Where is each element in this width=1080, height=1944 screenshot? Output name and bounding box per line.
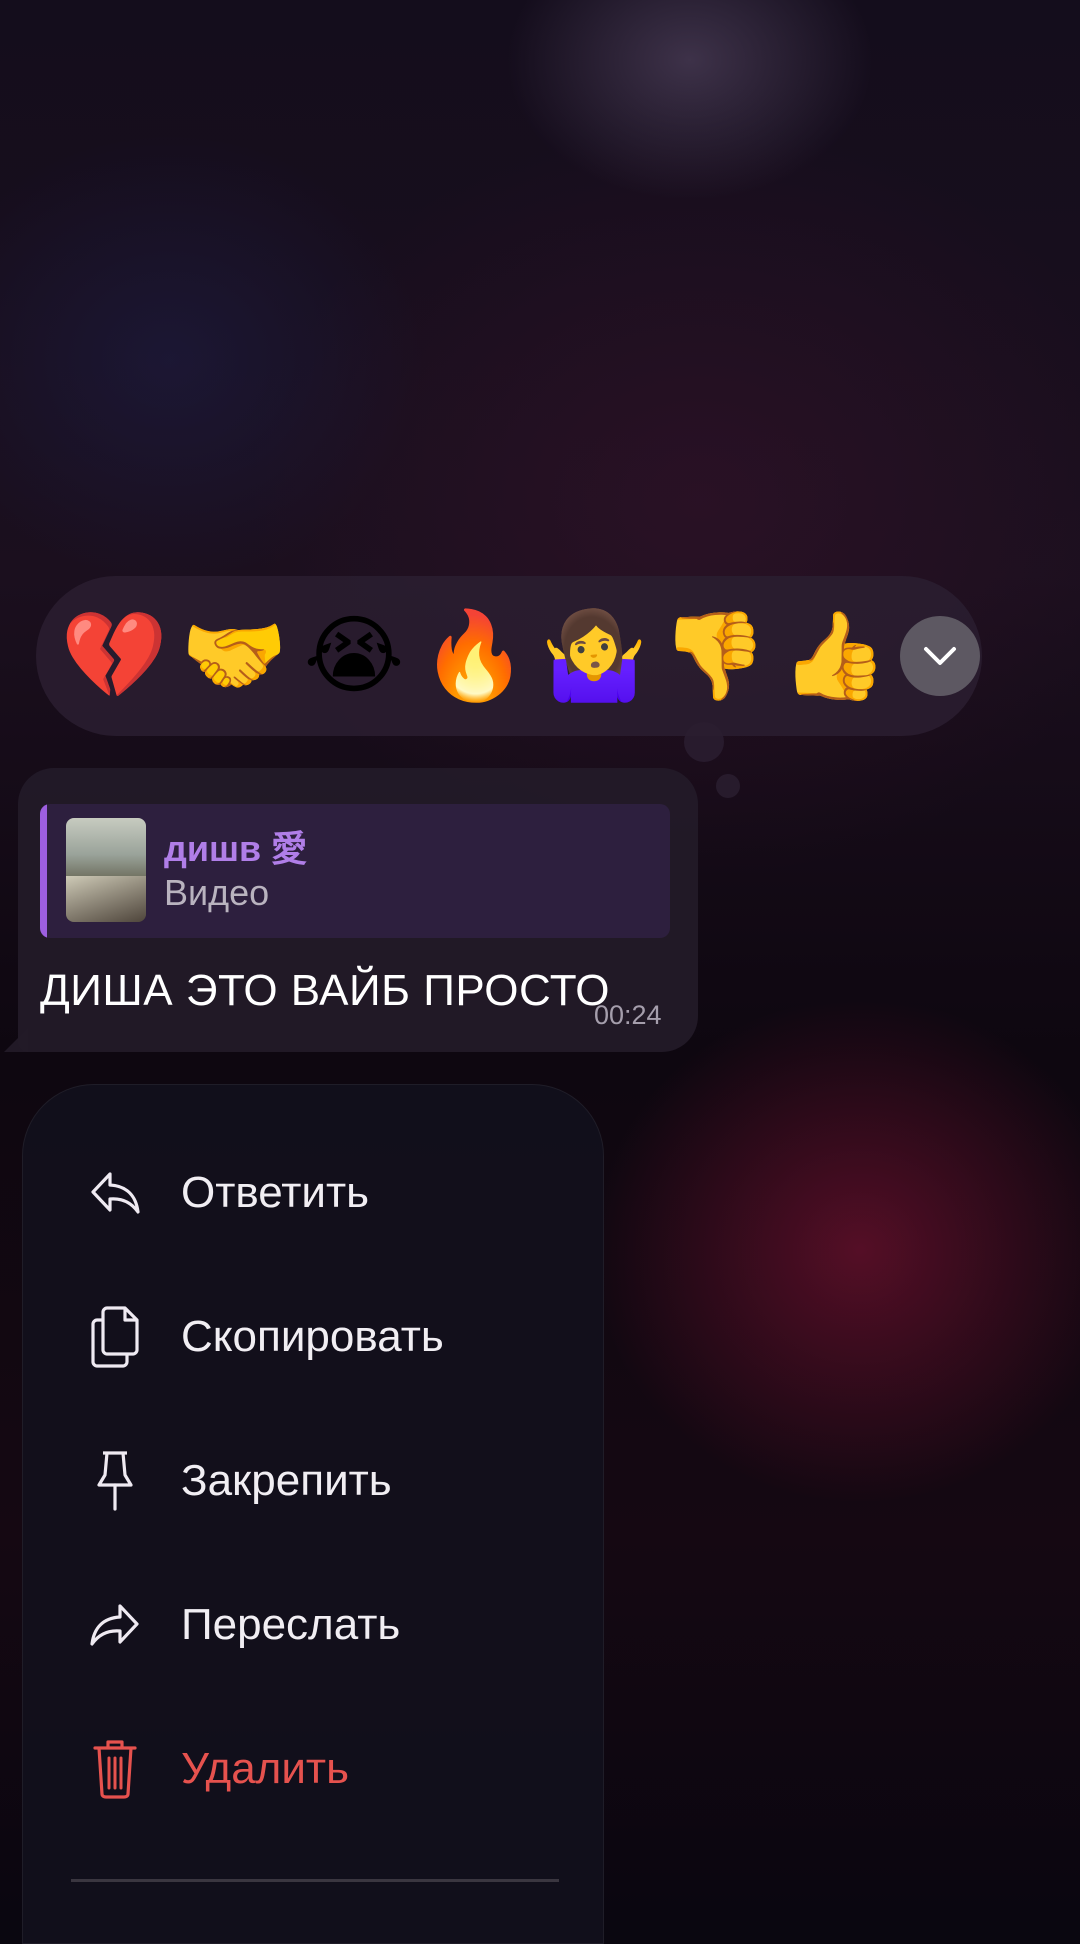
context-menu: Ответить Скопировать Закрепить Переслать: [22, 1084, 604, 1944]
expand-reactions-button[interactable]: [900, 616, 980, 696]
menu-item-forward[interactable]: Переслать: [23, 1565, 603, 1685]
reaction-loudly-crying-face[interactable]: 😭: [294, 596, 414, 716]
menu-item-label: Закрепить: [181, 1456, 392, 1505]
reaction-handshake[interactable]: 🤝: [174, 596, 294, 716]
reaction-thumbs-up[interactable]: 👍: [774, 596, 894, 716]
reply-author-name: дишв 愛: [164, 828, 308, 869]
reaction-bar-tail-dot: [716, 774, 740, 798]
forward-icon: [87, 1597, 143, 1653]
menu-item-copy[interactable]: Скопировать: [23, 1277, 603, 1397]
menu-item-label: Удалить: [181, 1744, 349, 1793]
message-text: ДИША ЭТО ВАЙБ ПРОСТО: [40, 966, 610, 1015]
menu-item-reply[interactable]: Ответить: [23, 1133, 603, 1253]
reaction-thumbs-down[interactable]: 👎: [654, 596, 774, 716]
reply-accent-bar: [40, 804, 47, 938]
message-time: 00:24: [594, 1000, 662, 1030]
menu-item-label: Скопировать: [181, 1312, 444, 1361]
chevron-down-icon: [924, 647, 956, 665]
reaction-fire[interactable]: 🔥: [414, 596, 534, 716]
reaction-bar-tail: [684, 722, 724, 762]
menu-item-label: Переслать: [181, 1600, 401, 1649]
reply-icon: [87, 1165, 143, 1221]
pin-icon: [87, 1451, 143, 1511]
menu-item-delete[interactable]: Удалить: [23, 1709, 603, 1829]
reply-video-thumbnail: [66, 818, 146, 922]
copy-icon: [87, 1306, 143, 1368]
trash-icon: [87, 1740, 143, 1799]
menu-divider: [71, 1879, 559, 1882]
reply-preview[interactable]: дишв 愛 Видео: [40, 804, 670, 938]
message-bubble[interactable]: дишв 愛 Видео ДИША ЭТО ВАЙБ ПРОСТО 00:24: [18, 768, 698, 1052]
reaction-broken-heart[interactable]: 💔: [54, 596, 174, 716]
reaction-bar: 💔 🤝 😭 🔥 🤷‍♀️ 👎 👍: [36, 576, 982, 736]
reaction-woman-shrugging[interactable]: 🤷‍♀️: [534, 596, 654, 716]
reply-media-type: Видео: [164, 872, 270, 913]
menu-item-pin[interactable]: Закрепить: [23, 1421, 603, 1541]
menu-item-label: Ответить: [181, 1168, 370, 1217]
